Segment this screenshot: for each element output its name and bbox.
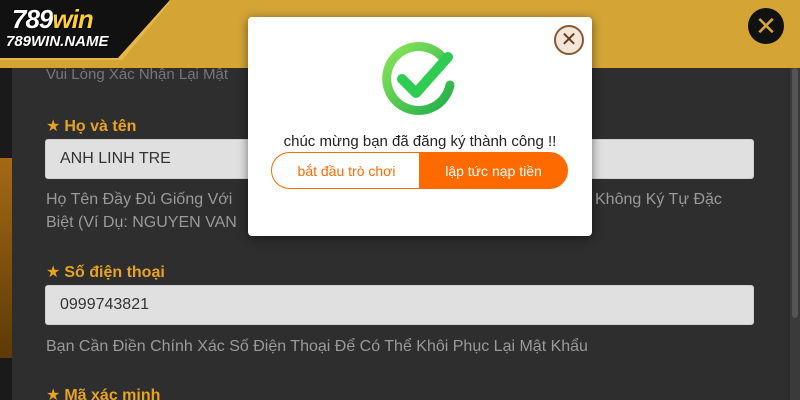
- scrollbar-thumb[interactable]: [792, 68, 798, 318]
- full-name-hint-right: Không Ký Tự Đặc: [595, 191, 722, 208]
- full-name-hint-line2: Biệt (Ví Dụ: NGUYEN VAN: [46, 214, 237, 231]
- start-game-button[interactable]: bắt đầu trò chơi: [271, 152, 421, 189]
- phone-input[interactable]: [45, 285, 754, 325]
- check-circle-icon: [382, 42, 455, 116]
- captcha-label: ★ Mã xác minh: [46, 385, 160, 400]
- full-name-hint: Họ Tên Đầy Đủ Giống Với: [46, 191, 233, 208]
- star-icon: ★: [46, 387, 61, 400]
- star-icon: ★: [46, 118, 61, 135]
- modal-close-icon[interactable]: ✕: [554, 25, 584, 55]
- success-message: chúc mừng bạn đã đăng ký thành công !!: [283, 133, 557, 150]
- left-side-strip: [0, 68, 12, 400]
- deposit-now-button[interactable]: lập tức nạp tiền: [419, 152, 568, 189]
- form-scrollbar[interactable]: [790, 68, 800, 400]
- full-name-label: ★ Họ và tên: [46, 118, 137, 135]
- success-modal: ✕ chúc mừng bạn đã đăng ký thành công !!…: [248, 17, 592, 236]
- brand-logo[interactable]: 789win 789WIN.NAME: [0, 0, 170, 64]
- logo-main-text: 789win: [12, 4, 94, 34]
- phone-hint: Bạn Cần Điền Chính Xác Số Điện Thoại Để …: [46, 338, 588, 355]
- logo-sub-text: 789WIN.NAME: [6, 33, 109, 50]
- star-icon: ★: [46, 264, 61, 281]
- header-close-icon[interactable]: ✕: [748, 8, 784, 44]
- confirm-password-hint: Vui Lòng Xác Nhận Lại Mật: [46, 66, 229, 83]
- phone-label: ★ Số điện thoại: [46, 264, 165, 281]
